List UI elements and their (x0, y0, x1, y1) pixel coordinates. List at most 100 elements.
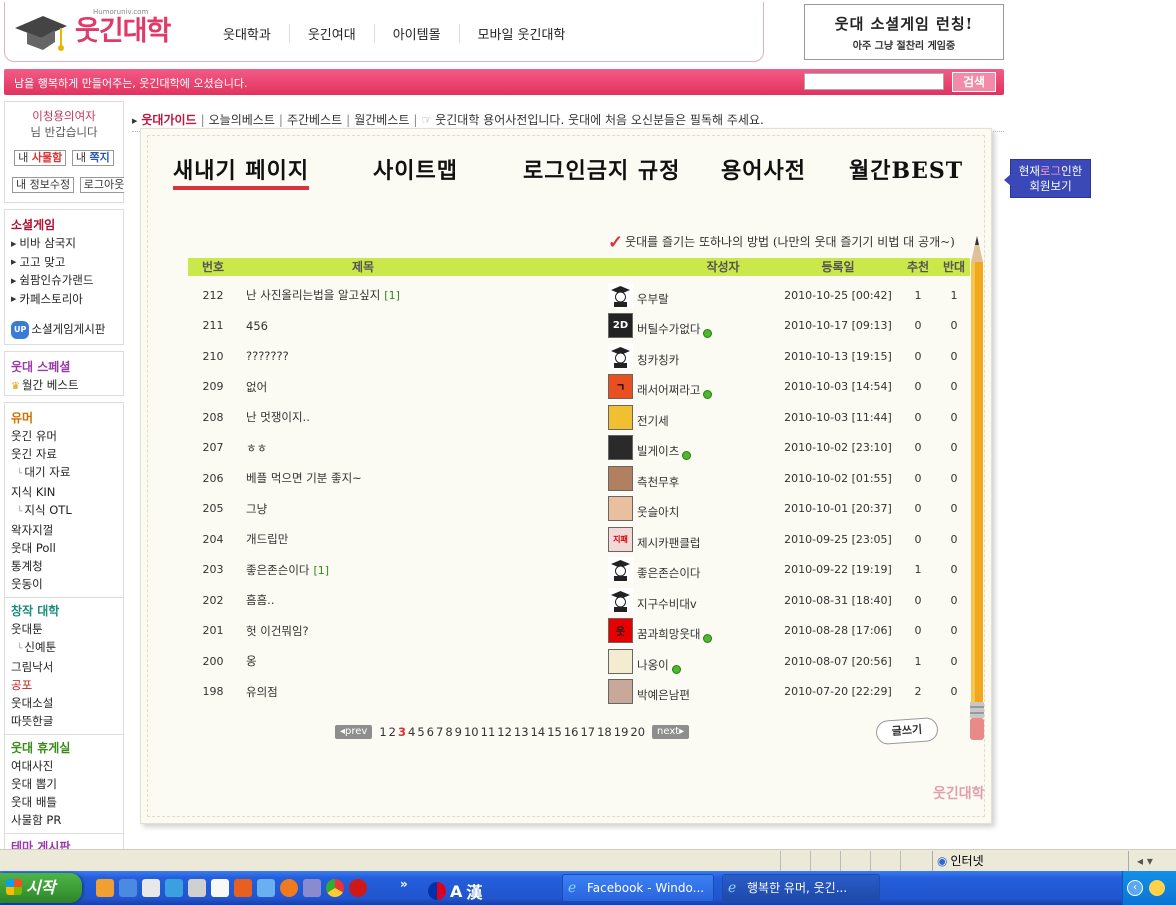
sidebar-item[interactable]: 그림낙서 (11, 658, 117, 676)
firefox-icon[interactable] (280, 879, 298, 897)
sidebar-subitem[interactable]: └ 지식 OTL (11, 501, 117, 521)
social-game-banner[interactable]: 웃대 소셜게임 런칭! 아주 그냥 절찬리 게임중 (804, 4, 1004, 60)
post-title-cell[interactable]: 난 사진올리는법을 알고싶지 [1] (238, 287, 608, 303)
table-row[interactable]: 204 개드립만 지패 제시카팬클럽 2010-09-25 [23:05] 0 0 (188, 524, 970, 555)
sidebar-item[interactable]: 웃대 Poll (11, 539, 117, 557)
sidebar-item-sugarland[interactable]: ▶ 쉼팜인슈가랜드 (11, 271, 117, 290)
app-icon[interactable] (303, 879, 321, 897)
create-title[interactable]: 창작 대학 (11, 602, 117, 619)
sidebar-item[interactable]: 웃대소설 (11, 694, 117, 712)
post-title-cell[interactable]: 흠흠.. (238, 592, 608, 608)
page-number[interactable]: 20 (630, 725, 645, 739)
search-input[interactable] (804, 73, 944, 90)
task-facebook[interactable]: ℯ Facebook - Windo... (562, 874, 714, 902)
nav-item-mall[interactable]: 아이템몰 (373, 24, 459, 43)
post-author[interactable]: 나옹이 (608, 648, 778, 674)
sidebar-item[interactable]: 웃긴 자료 (11, 445, 117, 463)
page-number[interactable]: 18 (597, 725, 612, 739)
post-author[interactable]: 측천무후 (608, 465, 778, 491)
app-icon[interactable] (119, 879, 137, 897)
table-row[interactable]: 201 헛 이건뭐임? 웃 꿈과희망웃대 2010-08-28 [17:06] 0 0 (188, 616, 970, 647)
tab-glossary[interactable]: 용어사전 (721, 153, 806, 185)
page-number[interactable]: 12 (497, 725, 512, 739)
post-title-cell[interactable]: 헛 이건뭐임? (238, 623, 608, 639)
sidebar-item[interactable]: 웃긴 유머 (11, 427, 117, 445)
post-author[interactable]: 지구수비대v (608, 587, 778, 613)
breadcrumb-monthly-best[interactable]: 월간베스트 (354, 113, 409, 127)
post-title-cell[interactable]: 유의점 (238, 684, 608, 700)
site-logo[interactable]: Humoruniv.com 웃긴대학 (13, 6, 173, 56)
page-number[interactable]: 16 (564, 725, 579, 739)
next-button[interactable]: next▸ (652, 725, 690, 739)
page-number[interactable]: 2 (389, 725, 396, 739)
zoom-control[interactable]: ◂ ▾ (1128, 851, 1153, 871)
page-number[interactable]: 5 (417, 725, 424, 739)
breadcrumb-weekly-best[interactable]: 주간베스트 (287, 113, 342, 127)
post-title-cell[interactable]: 난 멋쟁이지.. (238, 409, 608, 425)
tab-login-ban-rules[interactable]: 로그인금지 규정 (523, 153, 680, 185)
table-row[interactable]: 203 좋은존슨이다 [1] 좋은존슨이다 2010-09-22 [19:19] 1 0 (188, 555, 970, 586)
sidebar-item-viva[interactable]: ▶ 비바 삼국지 (11, 234, 117, 253)
page-number[interactable]: 19 (614, 725, 629, 739)
page-number[interactable]: 11 (481, 725, 496, 739)
sidebar-item[interactable]: 사물함 PR (11, 811, 117, 829)
prev-button[interactable]: ◂prev (335, 725, 373, 739)
my-messages-button[interactable]: 내 쪽지 (71, 150, 114, 166)
table-row[interactable]: 211 456 2D 버틸수가없다 2010-10-17 [09:13] 0 0 (188, 311, 970, 342)
app-icon[interactable] (211, 879, 229, 897)
nav-mobile[interactable]: 모바일 웃긴대학 (458, 24, 584, 43)
sidebar-subitem[interactable]: └ 신예툰 (11, 638, 117, 658)
security-zone[interactable]: ◉ 인터넷 (932, 851, 984, 871)
sidebar-item[interactable]: 따뜻한글 (11, 712, 117, 730)
post-title-cell[interactable]: ㅎㅎ (238, 440, 608, 456)
sidebar-item[interactable]: 왁자지껄 (11, 521, 117, 539)
breadcrumb-guide[interactable]: 웃대가이드 (141, 113, 196, 127)
page-number[interactable]: 1 (379, 725, 386, 739)
sidebar-item-cafe[interactable]: ▶ 카페스토리아 (11, 290, 117, 309)
page-number[interactable]: 3 (398, 725, 406, 739)
page-number[interactable]: 15 (547, 725, 562, 739)
my-locker-button[interactable]: 내 사물함 (14, 150, 67, 166)
post-author[interactable]: 좋은존슨이다 (608, 557, 778, 583)
post-author[interactable]: 2D 버틸수가없다 (608, 313, 778, 339)
sidebar-item-social-board[interactable]: UP 소셜게임게시판 (11, 320, 117, 339)
table-row[interactable]: 207 ㅎㅎ 빌게이츠 2010-10-02 [23:10] 0 0 (188, 433, 970, 464)
sidebar-item[interactable]: 여대사진 (11, 757, 117, 775)
edit-profile-button[interactable]: 내 정보수정 (12, 177, 75, 193)
app-icon[interactable] (188, 879, 206, 897)
search-button[interactable]: 검색 (952, 72, 996, 92)
post-author[interactable]: 우부랄 (608, 282, 778, 308)
nav-women-college[interactable]: 웃긴여대 (288, 24, 374, 43)
sidebar-item-horror[interactable]: 공포 (11, 676, 117, 694)
tab-newbie[interactable]: 새내기 페이지 (173, 153, 310, 190)
post-title-cell[interactable]: 개드립만 (238, 531, 608, 547)
task-humoruniv[interactable]: ℯ 행복한 유머, 웃긴... (722, 874, 880, 902)
messenger-icon[interactable] (1149, 880, 1165, 896)
table-row[interactable]: 210??????? 칭카칭카 2010-10-13 [19:15] 0 0 (188, 341, 970, 372)
sidebar-item-monthly-best[interactable]: ♛ 월간 베스트 (11, 376, 117, 396)
table-row[interactable]: 198 유의점 박예은남편 2010-07-20 [22:29] 2 0 (188, 677, 970, 708)
start-button[interactable]: 시작 (0, 873, 82, 903)
page-number[interactable]: 9 (455, 725, 462, 739)
sidebar-item-gogo[interactable]: ▶ 고고 맞고 (11, 253, 117, 272)
write-button[interactable]: 글쓰기 (875, 716, 939, 746)
chevron-right-icon[interactable]: » (400, 877, 408, 891)
ie-icon[interactable] (257, 879, 275, 897)
ime-language-bar[interactable]: A 漢 (428, 879, 482, 903)
page-number[interactable]: 7 (436, 725, 443, 739)
nav-humor-dept[interactable]: 웃대학과 (205, 24, 289, 43)
post-author[interactable]: 지패 제시카팬클럽 (608, 526, 778, 552)
post-title-cell[interactable]: 456 (238, 319, 608, 333)
post-author[interactable]: 전기세 (608, 404, 778, 430)
post-author[interactable]: 웃슬아치 (608, 496, 778, 522)
special-title[interactable]: 웃대 스페셜 (11, 358, 117, 375)
app-icon[interactable] (142, 879, 160, 897)
breadcrumb-today-best[interactable]: 오늘의베스트 (209, 113, 275, 127)
table-row[interactable]: 202 흠흠.. 지구수비대v 2010-08-31 [18:40] 0 0 (188, 585, 970, 616)
app-icon[interactable] (165, 879, 183, 897)
post-title-cell[interactable]: 없어 (238, 379, 608, 395)
humor-title[interactable]: 유머 (11, 409, 117, 426)
tab-monthly-best[interactable]: 월간BEST (849, 153, 963, 185)
online-members-tooltip[interactable]: 현재로그인한 회원보기 (1004, 159, 1091, 198)
post-title-cell[interactable]: 그냥 (238, 501, 608, 517)
